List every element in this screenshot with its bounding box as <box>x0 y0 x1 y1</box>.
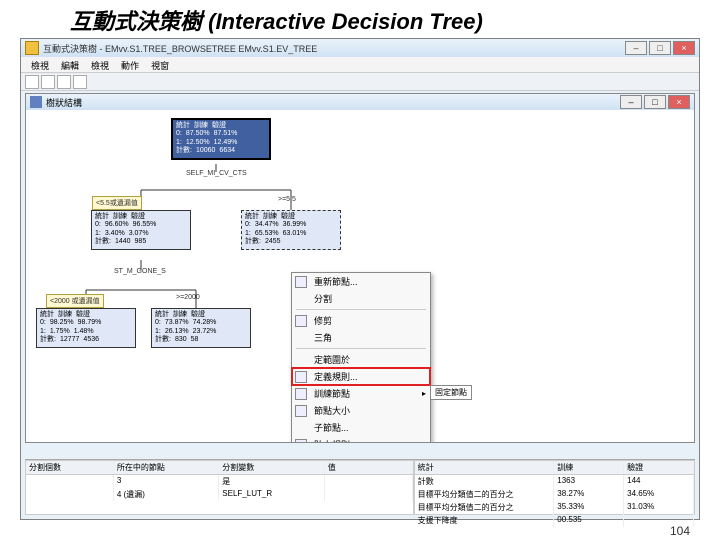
menu-separator <box>296 309 426 310</box>
inner-titlebar: 樹狀結構 – □ × <box>26 94 694 110</box>
table-row[interactable]: 支援下降度00.535 <box>415 514 694 527</box>
submenu-fixed-node[interactable]: 固定節點 <box>430 385 472 400</box>
bottom-panel: 分割個數 所在中的節點 分割變數 值 3 是 4 (遺漏) SELF_LUT_R… <box>25 459 695 515</box>
split-info-table: 分割個數 所在中的節點 分割變數 值 3 是 4 (遺漏) SELF_LUT_R <box>25 460 414 515</box>
menu-train-node[interactable]: 訓練節點▸固定節點 <box>292 385 430 402</box>
menu-node-size[interactable]: 節點大小 <box>292 402 430 419</box>
split-condition-right: >=5.5 <box>278 196 296 203</box>
menubar: 檢視 編輯 檢視 動作 視窗 <box>21 57 699 73</box>
rule-icon <box>295 371 307 383</box>
context-menu: 重新節點... 分割 修剪 三角 定範圍於 定義規則... 訓練節點▸固定節點 … <box>291 272 431 442</box>
col-header: 統計 <box>415 461 555 474</box>
split-variable: ST_M_GONE_S <box>114 268 166 275</box>
col-header: 分割變數 <box>219 461 324 474</box>
tree-node[interactable]: 統計訓練驗證 0:98.25%98.79% 1:1.75%1.48% 計數:12… <box>36 308 136 348</box>
menu-item[interactable]: 視窗 <box>145 57 175 72</box>
prune-icon <box>295 315 307 327</box>
menu-item[interactable]: 動作 <box>115 57 145 72</box>
tree-node-dashed[interactable]: 統計訓練驗證 0:34.47%36.99% 1:65.53%63.01% 計數:… <box>241 210 341 250</box>
menu-range[interactable]: 定範圍於 <box>292 351 430 368</box>
inner-close-button[interactable]: × <box>668 95 690 109</box>
tree-root-node[interactable]: 統計訓練驗證 0:87.50%87.51% 1:12.50%12.49% 計數:… <box>171 118 271 160</box>
slide-title: 互動式決策樹 (Interactive Decision Tree) <box>0 0 720 38</box>
rename-icon <box>295 276 307 288</box>
tree-window: 樹狀結構 – □ × 統計訓練驗證 0:87.50%87.51% <box>25 93 695 443</box>
tree-node[interactable]: 統計訓練驗證 0:73.87%74.28% 1:26.13%23.72% 計數:… <box>151 308 251 348</box>
menu-item[interactable]: 編輯 <box>55 57 85 72</box>
stats-table: 統計 訓練 驗證 計數1363144 目標平均分類值二的百分之38.27%34.… <box>414 460 695 515</box>
table-row[interactable]: 4 (遺漏) SELF_LUT_R <box>26 488 413 501</box>
toolbar <box>21 73 699 91</box>
paste-icon <box>295 439 307 443</box>
menu-rename-node[interactable]: 重新節點... <box>292 273 430 290</box>
inner-maximize-button[interactable]: □ <box>644 95 666 109</box>
titlebar: 互動式決策樹 - EMvv.S1.TREE_BROWSETREE EMvv.S1… <box>21 39 699 57</box>
app-window: 互動式決策樹 - EMvv.S1.TREE_BROWSETREE EMvv.S1… <box>20 38 700 520</box>
tool-button[interactable] <box>73 75 87 89</box>
train-icon <box>295 388 307 400</box>
tool-button[interactable] <box>57 75 71 89</box>
split-condition-left: <2000 或遺漏值 <box>46 294 104 308</box>
table-row[interactable]: 3 是 <box>26 475 413 488</box>
col-header: 驗證 <box>624 461 694 474</box>
menu-separator <box>296 348 426 349</box>
size-icon <box>295 405 307 417</box>
tool-button[interactable] <box>25 75 39 89</box>
tool-button[interactable] <box>41 75 55 89</box>
minimize-button[interactable]: – <box>625 41 647 55</box>
menu-item[interactable]: 檢視 <box>85 57 115 72</box>
tree-canvas: 統計訓練驗證 0:87.50%87.51% 1:12.50%12.49% 計數:… <box>26 110 694 442</box>
table-row[interactable]: 目標平均分類值二的百分之35.33%31.03% <box>415 501 694 514</box>
maximize-button[interactable]: □ <box>649 41 671 55</box>
split-variable: SELF_MI_CV_CTS <box>186 170 247 177</box>
page-number: 104 <box>670 524 690 538</box>
tree-icon <box>30 96 42 108</box>
inner-minimize-button[interactable]: – <box>620 95 642 109</box>
tree-node[interactable]: 統計訓練驗證 0:96.60%96.55% 1:3.40%3.07% 計數:14… <box>91 210 191 250</box>
table-row[interactable]: 目標平均分類值二的百分之38.27%34.65% <box>415 488 694 501</box>
menu-item[interactable]: 檢視 <box>25 57 55 72</box>
split-condition-left: <5.5或遺漏值 <box>92 196 142 210</box>
menu-prune[interactable]: 修剪 <box>292 312 430 329</box>
table-row[interactable]: 計數1363144 <box>415 475 694 488</box>
col-header: 值 <box>325 461 413 474</box>
col-header: 所在中的節點 <box>114 461 219 474</box>
col-header: 分割個數 <box>26 461 114 474</box>
split-condition-right: >=2000 <box>176 294 200 301</box>
menu-child-nodes[interactable]: 子節點... <box>292 419 430 436</box>
menu-split[interactable]: 分割 <box>292 290 430 307</box>
menu-define-rule[interactable]: 定義規則... <box>292 368 430 385</box>
close-button[interactable]: × <box>673 41 695 55</box>
app-icon <box>25 41 39 55</box>
inner-title: 樹狀結構 <box>46 96 82 109</box>
menu-triangle[interactable]: 三角 <box>292 329 430 346</box>
window-title: 互動式決策樹 - EMvv.S1.TREE_BROWSETREE EMvv.S1… <box>43 42 317 55</box>
col-header: 訓練 <box>554 461 624 474</box>
chevron-right-icon: ▸ <box>422 389 426 398</box>
menu-paste-rule[interactable]: 貼上規則 <box>292 436 430 442</box>
